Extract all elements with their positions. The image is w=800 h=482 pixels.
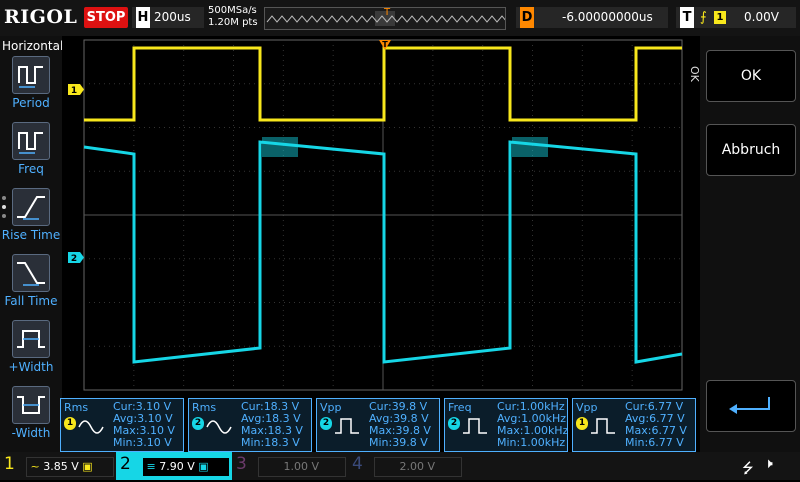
delay-value: -6.00000000us (562, 10, 653, 24)
rise-time-label: Rise Time (1, 228, 61, 242)
measure-positive-width-item[interactable]: +Width (0, 320, 62, 382)
channel-scale: 2.00 V (374, 457, 462, 477)
measurement-source: 1 (576, 417, 588, 430)
fall-time-icon (12, 254, 50, 292)
rigol-logo: RIGOL (4, 6, 78, 28)
measurement-source: 2 (192, 417, 204, 430)
back-button[interactable] (706, 380, 796, 432)
return-arrow-icon (729, 397, 770, 414)
rise-time-icon (12, 188, 50, 226)
ok-side-label: OK (688, 66, 701, 82)
measurement-panel[interactable]: Vpp 2 Cur:39.8 V Avg:39.8 V Max:39.8 V M… (316, 398, 440, 452)
menu-title: Horizontal (2, 39, 64, 53)
channel-number: 1 (4, 454, 15, 474)
measurement-panel[interactable]: Vpp 1 Cur:6.77 V Avg:6.77 V Max:6.77 V M… (572, 398, 696, 452)
measurement-values: Cur:6.77 V Avg:6.77 V Max:6.77 V Min:6.7… (625, 401, 687, 449)
square-wave-icon (335, 418, 359, 434)
trigger-position-marker-icon: T (384, 7, 391, 18)
trigger-level: 0.00V (744, 10, 779, 24)
measurement-source: 1 (64, 417, 76, 430)
measurement-values: Cur:18.3 V Avg:18.3 V Max:18.3 V Min:18.… (241, 401, 303, 449)
measure-negative-width-item[interactable]: -Width (0, 386, 62, 448)
negative-width-label: -Width (11, 426, 51, 440)
run-stop-indicator[interactable]: STOP (84, 7, 128, 28)
channel-scale: 1.00 V (258, 457, 346, 477)
horizontal-timebase-box[interactable]: H 200us (132, 7, 204, 28)
channel-number: 3 (236, 454, 247, 474)
measurement-values: Cur:39.8 V Avg:39.8 V Max:39.8 V Min:39.… (369, 401, 431, 449)
measurement-min: Min:6.77 V (625, 436, 684, 449)
menu-page-indicator (2, 196, 6, 223)
measurement-min: Min:3.10 V (113, 436, 172, 449)
measurement-type: Rms (192, 401, 217, 414)
fall-time-label: Fall Time (4, 294, 58, 308)
positive-width-label: +Width (8, 360, 54, 374)
measurement-type: Freq (448, 401, 472, 414)
negative-width-icon (12, 386, 50, 424)
channel-3-status[interactable]: 3 1.00 V (232, 452, 348, 480)
measurement-min: Min:18.3 V (241, 436, 300, 449)
measure-fall-time-item[interactable]: Fall Time (0, 254, 62, 316)
channel-scale: ≡ 7.90 V ▣ (142, 457, 230, 477)
measurement-source: 2 (448, 417, 460, 430)
channel-scale-value: 2.00 V (399, 460, 435, 473)
memory-depth: 1.20M pts (208, 17, 258, 28)
horizontal-measure-menu: Horizontal Period Freq Rise Time Fall Ti… (0, 36, 64, 452)
channel-number: 2 (120, 454, 131, 474)
period-label: Period (12, 96, 50, 110)
channel-2-status[interactable]: 2 ≡ 7.90 V ▣ (116, 452, 232, 480)
bandwidth-limit-icon: ▣ (82, 460, 93, 473)
channel-1-status[interactable]: 1 ~ 3.85 V ▣ (0, 452, 116, 480)
channel-1-marker-label: 1 (71, 86, 77, 96)
measure-freq-item[interactable]: Freq (0, 122, 62, 184)
measurement-panel[interactable]: Rms 1 Cur:3.10 V Avg:3.10 V Max:3.10 V M… (60, 398, 184, 452)
delay-label: D (520, 7, 534, 28)
usb-icon: ⭍ (742, 461, 754, 477)
square-wave-icon (591, 418, 615, 434)
timebase-value: 200us (154, 10, 191, 24)
ok-button[interactable]: OK (706, 50, 796, 102)
rising-edge-icon: ⨍ (700, 10, 707, 25)
sample-rate: 500MSa/s (208, 5, 257, 16)
measurement-type: Rms (64, 401, 89, 414)
trigger-source: 1 (714, 11, 726, 24)
square-wave-icon (463, 418, 487, 434)
channel-4-status[interactable]: 4 2.00 V (348, 452, 464, 480)
horizontal-label: H (136, 7, 150, 28)
measurement-panel[interactable]: Freq 2 Cur:1.00kHz Avg:1.00kHz Max:1.00k… (444, 398, 568, 452)
measurement-values: Cur:1.00kHz Avg:1.00kHz Max:1.00kHz Min:… (497, 401, 568, 449)
svg-text:T: T (382, 40, 388, 49)
channel-scale-value: 7.90 V (159, 460, 195, 473)
channel-scale-value: 3.85 V (43, 460, 79, 473)
bandwidth-limit-icon: ▣ (198, 460, 209, 473)
delay-box[interactable]: D -6.00000000us (516, 7, 668, 28)
speaker-muted-icon[interactable]: 🕨 (764, 456, 773, 472)
channel-2-marker-label: 2 (71, 254, 77, 264)
measurement-min: Min:1.00kHz (497, 436, 566, 449)
measure-period-item[interactable]: Period (0, 56, 62, 118)
channel-scale: ~ 3.85 V ▣ (26, 457, 114, 477)
period-icon (12, 56, 50, 94)
measurement-min: Min:39.8 V (369, 436, 428, 449)
frequency-icon (12, 122, 50, 160)
measurement-type: Vpp (576, 401, 598, 414)
cancel-button[interactable]: Abbruch (706, 124, 796, 176)
measurement-panel[interactable]: Rms 2 Cur:18.3 V Avg:18.3 V Max:18.3 V M… (188, 398, 312, 452)
freq-label: Freq (18, 162, 44, 176)
waveform-display[interactable]: 1 2 T (62, 36, 688, 394)
trigger-label: T (680, 7, 694, 28)
sine-wave-icon (78, 420, 104, 434)
measurement-values: Cur:3.10 V Avg:3.10 V Max:3.10 V Min:3.1… (113, 401, 175, 449)
channel-scale-value: 1.00 V (283, 460, 319, 473)
measurement-type: Vpp (320, 401, 342, 414)
trigger-box[interactable]: T ⨍ 1 0.00V (676, 7, 796, 28)
measurement-source: 2 (320, 417, 332, 430)
measure-rise-time-item[interactable]: Rise Time (0, 188, 62, 250)
positive-width-icon (12, 320, 50, 358)
sine-wave-icon (206, 420, 232, 434)
channel-number: 4 (352, 454, 363, 474)
